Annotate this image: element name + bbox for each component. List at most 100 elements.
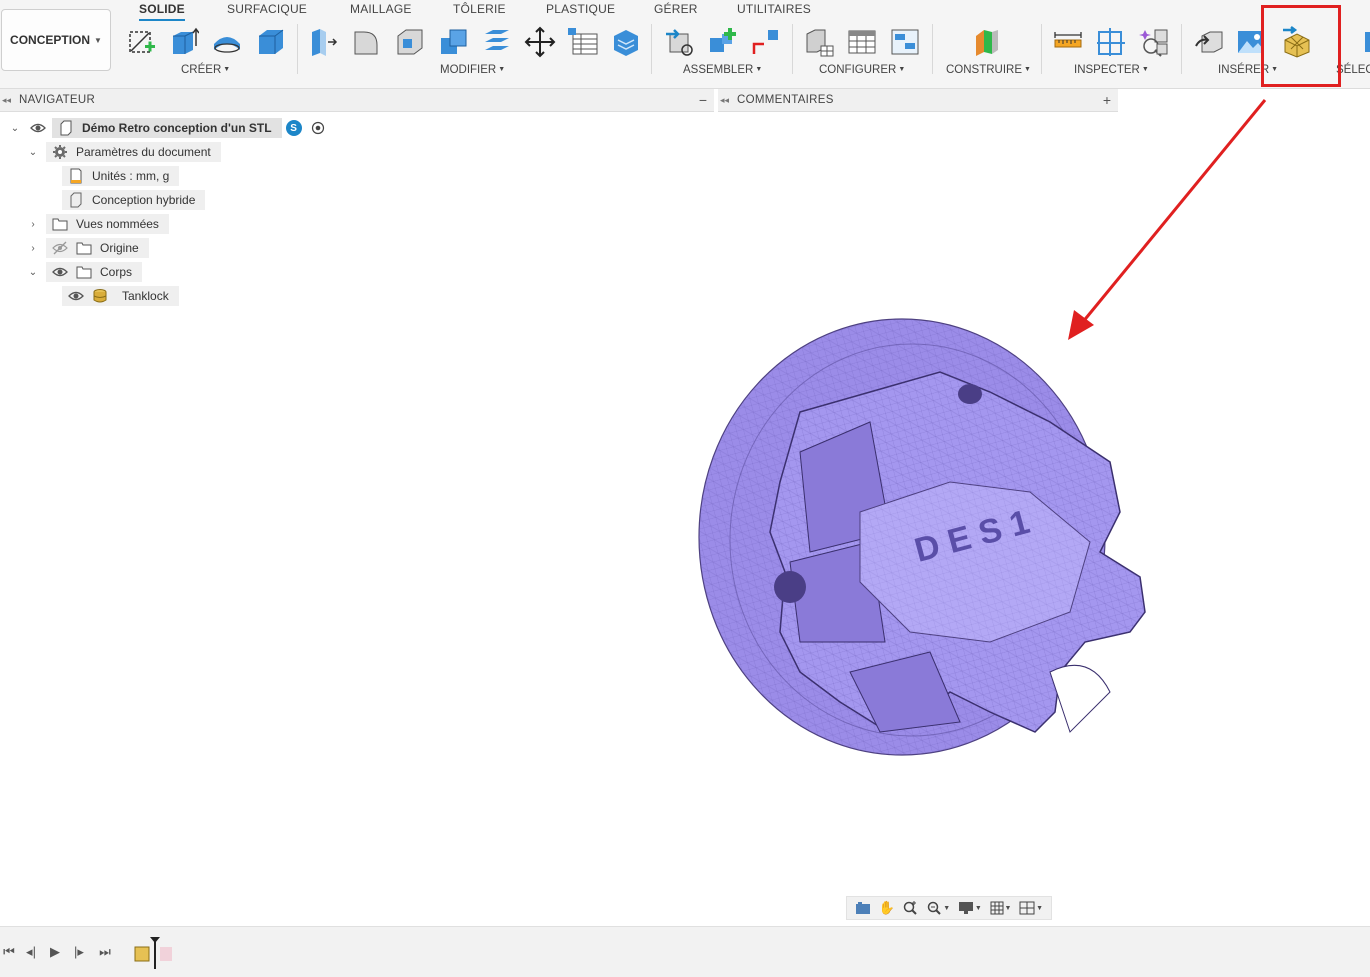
zoom-window-icon[interactable]: ▼ (926, 900, 950, 916)
mesh-model-viewport[interactable]: D E S 1 (690, 312, 1160, 762)
skip-start-icon[interactable]: ⏮ (0, 943, 18, 961)
tree-item-units[interactable]: Unités : mm, g (62, 166, 180, 186)
eye-icon[interactable] (68, 288, 84, 304)
offset-face-icon[interactable] (480, 24, 514, 60)
pan-icon[interactable]: ✋ (879, 900, 895, 916)
tab-maillage[interactable]: MAILLAGE (350, 2, 412, 18)
group-construire[interactable]: CONSTRUIRE ▼ (946, 64, 1031, 78)
camera-icon[interactable] (855, 901, 871, 915)
caret-down-icon: ▼ (94, 35, 102, 45)
bodies-pill[interactable]: Corps (46, 262, 143, 282)
group-modifier[interactable]: MODIFIER ▼ (440, 64, 505, 78)
extrude-icon[interactable] (166, 24, 200, 60)
workspace-switcher-button[interactable]: CONCEPTION ▼ (1, 9, 111, 71)
chevron-down-icon[interactable]: ⌄ (8, 123, 22, 134)
section-analysis-icon[interactable] (1094, 24, 1128, 60)
tree-item-named-views[interactable]: › Vues nommées (26, 214, 169, 234)
new-component-icon[interactable] (663, 24, 697, 60)
tree-root[interactable]: ⌄ Démo Retro conception d'un STL S (8, 118, 326, 138)
caret-down-icon: ▼ (974, 904, 982, 912)
units-pill[interactable]: Unités : mm, g (62, 166, 180, 186)
offset-plane-icon[interactable] (969, 24, 1003, 60)
group-selectionner[interactable]: SÉLEC (1336, 64, 1370, 78)
measure-icon[interactable] (1051, 24, 1085, 60)
joint-icon[interactable] (705, 24, 739, 60)
parameters-table-icon[interactable] (566, 24, 600, 60)
caret-down-icon: ▼ (755, 66, 763, 74)
group-inserer[interactable]: INSÉRER ▼ (1218, 64, 1278, 78)
tree-item-design-type[interactable]: Conception hybride (62, 190, 206, 210)
origin-pill[interactable]: Origine (46, 238, 149, 258)
plus-icon[interactable]: + (1096, 92, 1118, 108)
radio-target-icon[interactable] (310, 120, 326, 136)
interference-icon[interactable] (1138, 24, 1172, 60)
chevron-down-icon[interactable]: ⌄ (26, 147, 40, 158)
skip-end-icon[interactable]: ⏭ (96, 943, 114, 961)
eye-icon[interactable] (30, 120, 46, 136)
chevron-down-icon[interactable]: ⌄ (26, 267, 40, 278)
separator (1181, 24, 1182, 74)
tab-gerer[interactable]: GÉRER (654, 2, 698, 18)
revolve-icon[interactable] (210, 24, 244, 60)
combine-icon[interactable] (437, 24, 471, 60)
as-built-joint-icon[interactable] (749, 24, 783, 60)
group-assembler[interactable]: ASSEMBLER ▼ (683, 64, 762, 78)
units-label: Unités : mm, g (92, 169, 170, 183)
caret-down-icon: ▼ (1141, 66, 1149, 74)
chevron-right-icon[interactable]: › (26, 243, 40, 254)
insert-mesh-icon[interactable] (1280, 24, 1314, 60)
group-creer[interactable]: CRÉER ▼ (181, 64, 230, 78)
tree-item-origin[interactable]: › Origine (26, 238, 149, 258)
named-views-pill[interactable]: Vues nommées (46, 214, 169, 234)
display-icon[interactable]: ▼ (958, 901, 982, 915)
eye-icon[interactable] (52, 264, 68, 280)
config-rules-icon[interactable] (888, 24, 922, 60)
chevron-right-icon[interactable]: › (26, 219, 40, 230)
insert-canvas-icon[interactable] (1234, 24, 1268, 60)
eye-hidden-icon[interactable] (52, 240, 68, 256)
tab-utilitaires[interactable]: UTILITAIRES (737, 2, 811, 18)
insert-derive-icon[interactable] (1193, 24, 1227, 60)
tree-root-pill[interactable]: Démo Retro conception d'un STL (52, 118, 282, 138)
tab-plastique[interactable]: PLASTIQUE (546, 2, 615, 18)
document-settings-label: Paramètres du document (76, 145, 211, 159)
document-settings-pill[interactable]: Paramètres du document (46, 142, 221, 162)
tanklock-pill[interactable]: Tanklock (62, 286, 179, 306)
tab-surfacique[interactable]: SURFACIQUE (227, 2, 307, 18)
tanklock-label: Tanklock (122, 289, 169, 303)
physical-material-icon[interactable] (609, 24, 643, 60)
fillet-icon[interactable] (349, 24, 383, 60)
units-document-icon (68, 168, 84, 184)
step-forward-icon[interactable]: |▸ (70, 943, 88, 961)
create-sketch-icon[interactable] (124, 24, 158, 60)
box-icon[interactable] (254, 24, 288, 60)
step-back-icon[interactable]: ◂| (22, 943, 40, 961)
tree-item-bodies[interactable]: ⌄ Corps (26, 262, 143, 282)
comments-header: ◂◂ COMMENTAIRES + (718, 89, 1118, 112)
tree-item-tanklock[interactable]: Tanklock (62, 286, 179, 306)
bodies-label: Corps (100, 265, 133, 279)
design-type-pill[interactable]: Conception hybride (62, 190, 206, 210)
configure-icon[interactable] (802, 24, 836, 60)
group-inspecter[interactable]: INSPECTER ▼ (1074, 64, 1149, 78)
caret-down-icon: ▼ (1271, 66, 1279, 74)
separator (297, 24, 298, 74)
zoom-icon[interactable] (902, 900, 918, 916)
move-icon[interactable] (523, 24, 557, 60)
select-icon[interactable] (1352, 24, 1370, 60)
viewports-icon[interactable]: ▼ (1019, 901, 1043, 915)
double-chevron-left-icon[interactable]: ◂◂ (720, 95, 729, 106)
design-type-label: Conception hybride (92, 193, 196, 207)
config-table-icon[interactable] (845, 24, 879, 60)
press-pull-icon[interactable] (305, 24, 339, 60)
tab-tolerie[interactable]: TÔLERIE (453, 2, 506, 18)
double-chevron-left-icon[interactable]: ◂◂ (2, 95, 11, 106)
grid-icon[interactable]: ▼ (990, 901, 1011, 915)
group-configurer[interactable]: CONFIGURER ▼ (819, 64, 905, 78)
play-icon[interactable]: ▶ (46, 943, 64, 961)
shell-icon[interactable] (393, 24, 427, 60)
tree-item-document-settings[interactable]: ⌄ Paramètres du document (26, 142, 221, 162)
minus-icon[interactable]: − (692, 92, 714, 108)
tab-solide[interactable]: SOLIDE (139, 2, 185, 21)
timeline-features[interactable] (132, 937, 176, 969)
